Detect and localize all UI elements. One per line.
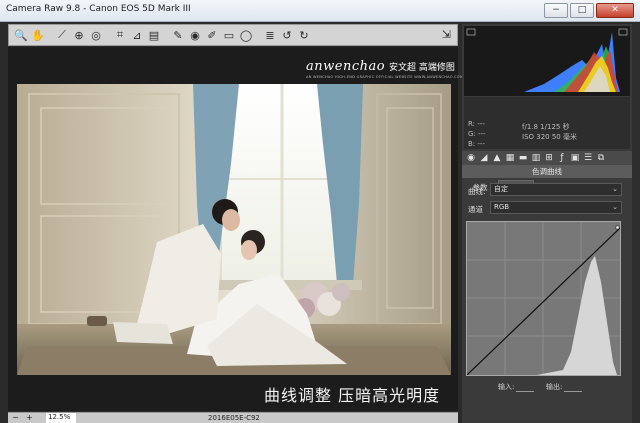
channel-row: 通道 RGB ⌄ xyxy=(468,201,622,215)
chevron-down-icon: ⌄ xyxy=(612,185,618,193)
file-name: 2016E05E-C92 xyxy=(208,414,260,422)
readout-b: B: --- xyxy=(468,140,485,148)
right-panel: R: --- G: --- B: --- f/1.8 1/125 秒 ISO 3… xyxy=(462,24,632,423)
crop-icon[interactable]: ⌗ xyxy=(112,27,128,43)
radial-filter-icon[interactable]: ◯ xyxy=(238,27,254,43)
lens-icon[interactable]: ▥ xyxy=(531,153,541,163)
maximize-button[interactable]: □ xyxy=(570,3,594,18)
window-title: Camera Raw 9.8 - Canon EOS 5D Mark III xyxy=(6,4,191,14)
curve-label: 曲线: xyxy=(468,187,486,196)
tone-curve-icon[interactable]: ◢ xyxy=(479,153,489,163)
output-field[interactable] xyxy=(564,391,583,392)
adjustment-brush-icon[interactable]: ✐ xyxy=(204,27,220,43)
zoom-level[interactable]: 12.5% xyxy=(46,413,76,423)
input-label: 输入: xyxy=(498,383,515,391)
section-title: 色调曲线 xyxy=(462,165,632,178)
targeted-adjust-icon[interactable]: ◎ xyxy=(88,27,104,43)
basic-icon[interactable]: ◉ xyxy=(466,153,476,163)
preferences-icon[interactable]: ≣ xyxy=(262,27,278,43)
graduated-filter-icon[interactable]: ▭ xyxy=(221,27,237,43)
curve-row: 曲线: 自定 ⌄ xyxy=(468,183,622,197)
readout-g: G: --- xyxy=(468,130,486,138)
channel-select[interactable]: RGB ⌄ xyxy=(490,201,622,214)
curve-input-output: 输入: 输出: xyxy=(462,382,632,394)
zoom-icon[interactable]: 🔍 xyxy=(13,27,29,43)
camera-calibration-icon[interactable]: ▣ xyxy=(570,153,580,163)
straighten-icon[interactable]: ⊿ xyxy=(129,27,145,43)
presets-icon[interactable]: ☰ xyxy=(583,153,593,163)
exif-aperture-shutter: f/1.8 1/125 秒 xyxy=(522,123,570,131)
input-field[interactable] xyxy=(516,391,535,392)
snapshots-icon[interactable]: ⧉ xyxy=(596,153,606,163)
output-label: 输出: xyxy=(546,383,563,391)
exif-iso-focal: ISO 320 50 毫米 xyxy=(522,133,577,141)
red-eye-icon[interactable]: ◉ xyxy=(187,27,203,43)
title-bar: Camera Raw 9.8 - Canon EOS 5D Mark III −… xyxy=(0,0,640,22)
save-image-icon[interactable]: ⇲ xyxy=(442,28,451,41)
split-toning-icon[interactable]: ▬ xyxy=(518,153,528,163)
tone-curve-graph[interactable] xyxy=(466,221,621,376)
watermark-chinese: 安文超 高端修图 xyxy=(389,63,455,73)
curve-select[interactable]: 自定 ⌄ xyxy=(490,183,622,196)
detail-icon[interactable]: ▲ xyxy=(492,153,502,163)
effects-icon[interactable]: ⊞ xyxy=(544,153,554,163)
hand-icon[interactable]: ✋ xyxy=(30,27,46,43)
fx-icon[interactable]: ƒ xyxy=(557,153,567,163)
rotate-ccw-icon[interactable]: ↺ xyxy=(279,27,295,43)
white-balance-icon[interactable]: ⟋ xyxy=(54,27,70,43)
zoom-in-icon[interactable]: + xyxy=(26,413,33,422)
wedding-photo xyxy=(17,84,451,375)
photo-caption: 曲线调整 压暗高光明度 xyxy=(264,386,441,405)
status-bar: − + 12.5% 2016E05E-C92 xyxy=(8,412,458,423)
histogram xyxy=(464,26,630,96)
watermark-logo: anwenchao xyxy=(306,59,386,74)
toolbar: 🔍 ✋ ⟋ ⊕ ◎ ⌗ ⊿ ▤ ✎ ◉ ✐ ▭ ◯ ≣ ↺ ↻ ⇲ xyxy=(8,24,458,46)
rotate-cw-icon[interactable]: ↻ xyxy=(296,27,312,43)
close-button[interactable]: ✕ xyxy=(596,3,634,18)
readout-r: R: --- xyxy=(468,120,485,128)
panel-scrollbar[interactable] xyxy=(632,24,640,423)
minimize-button[interactable]: − xyxy=(544,3,568,18)
spot-removal-icon[interactable]: ✎ xyxy=(170,27,186,43)
color-sampler-icon[interactable]: ⊕ xyxy=(71,27,87,43)
panel-tab-icons: ◉ ◢ ▲ ▦ ▬ ▥ ⊞ ƒ ▣ ☰ ⧉ xyxy=(462,151,632,165)
watermark-subtitle: AN WENCHAO HIGH-END GRAPHIC OFFICIAL WEB… xyxy=(306,75,464,79)
transform-icon[interactable]: ▤ xyxy=(146,27,162,43)
watermark: anwenchao 安文超 高端修图 AN WENCHAO HIGH-END GR… xyxy=(306,59,463,79)
hsl-icon[interactable]: ▦ xyxy=(505,153,515,163)
info-readout: R: --- G: --- B: --- f/1.8 1/125 秒 ISO 3… xyxy=(464,97,630,149)
chevron-down-icon: ⌄ xyxy=(612,203,618,211)
zoom-out-icon[interactable]: − xyxy=(12,413,19,422)
channel-label: 通道 xyxy=(468,205,483,214)
